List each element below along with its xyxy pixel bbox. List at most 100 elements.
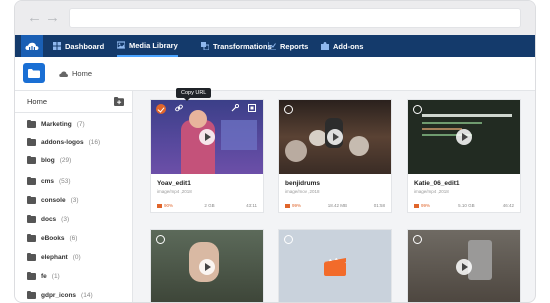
video-file-icon: [324, 258, 346, 276]
play-icon[interactable]: [199, 259, 215, 275]
select-circle-icon[interactable]: [284, 235, 293, 244]
media-card[interactable]: [407, 229, 521, 302]
folder-count: (7): [76, 121, 85, 128]
select-circle-icon[interactable]: [413, 235, 422, 244]
folder-icon: [28, 68, 40, 78]
folder-icon: [27, 119, 36, 128]
play-icon[interactable]: [327, 129, 343, 145]
media-card[interactable]: [278, 229, 392, 302]
card-duration: 01:58: [373, 203, 385, 208]
card-percent: 99%: [414, 203, 430, 208]
folder-icon: [27, 290, 36, 299]
sidebar-folder[interactable]: Marketing (7): [27, 119, 85, 128]
folder-count: (53): [59, 178, 71, 185]
sidebar-folder[interactable]: eBooks (6): [27, 233, 78, 242]
video-thumbnail[interactable]: [151, 230, 263, 302]
nav-add-ons[interactable]: Add-ons: [321, 35, 363, 57]
folder-sidebar: Home Marketing (7) addons-logos (16) blog (…: [15, 91, 133, 302]
toolbar: Home: [15, 57, 535, 91]
wrench-icon[interactable]: [231, 104, 239, 112]
folder-view-button[interactable]: [23, 63, 45, 83]
video-thumbnail[interactable]: [279, 100, 391, 174]
folder-icon: [27, 233, 36, 242]
select-circle-icon[interactable]: [413, 105, 422, 114]
card-title: benjidrums: [285, 180, 321, 187]
folder-icon: [27, 155, 36, 164]
link-icon[interactable]: [175, 104, 183, 112]
thumbnail-phone: [468, 240, 492, 280]
nav-reports[interactable]: Reports: [268, 35, 308, 57]
folder-name: fe: [41, 273, 47, 280]
sidebar-folder[interactable]: fe (1): [27, 271, 60, 280]
sidebar-folder[interactable]: blog (29): [27, 155, 71, 164]
folder-name: gdpr_icons: [41, 292, 77, 299]
video-thumbnail[interactable]: [279, 230, 391, 302]
folder-name: docs: [41, 216, 57, 223]
card-hover-tools: [151, 100, 263, 116]
card-duration: 43:11: [246, 203, 257, 208]
address-bar[interactable]: [69, 8, 521, 28]
media-library-icon: [117, 41, 125, 49]
folder-name: blog: [41, 157, 55, 164]
folder-count: (14): [81, 292, 93, 299]
play-icon[interactable]: [199, 129, 215, 145]
folder-name: addons-logos: [41, 139, 84, 146]
transform-icon[interactable]: [248, 104, 256, 112]
play-icon[interactable]: [456, 129, 472, 145]
nav-label: Transformations: [213, 41, 272, 51]
nav-media-library[interactable]: Media Library: [117, 35, 178, 57]
reports-icon: [268, 42, 276, 50]
folder-icon: [27, 271, 36, 280]
video-thumbnail[interactable]: [408, 230, 520, 302]
folder-count: (0): [72, 254, 81, 261]
sidebar-folder[interactable]: addons-logos (16): [27, 137, 101, 146]
forward-arrow-icon[interactable]: →: [45, 10, 61, 25]
card-title: Yoav_edit1: [157, 180, 191, 187]
back-arrow-icon[interactable]: ←: [27, 10, 43, 25]
sidebar-folder[interactable]: gdpr_icons (14): [27, 290, 93, 299]
sidebar-folder[interactable]: console (3): [27, 195, 79, 204]
folder-icon: [27, 176, 36, 185]
breadcrumb: Home: [59, 69, 92, 78]
card-meta: 99% 18.42 MB 01:58: [285, 203, 385, 208]
transformations-icon: [201, 42, 209, 50]
add-folder-icon[interactable]: [114, 97, 124, 106]
card-size: 5.10 GB: [458, 203, 475, 208]
selected-check-icon[interactable]: [156, 104, 166, 114]
media-card[interactable]: benjidrums image/mov ,2018 99% 18.42 MB …: [278, 99, 392, 213]
thumbnail-code-line: [422, 122, 482, 124]
card-title: Katie_06_edit1: [414, 180, 460, 187]
nav-label: Reports: [280, 41, 309, 51]
media-card[interactable]: [150, 229, 264, 302]
folder-name: Marketing: [41, 121, 72, 128]
folder-icon: [27, 214, 36, 223]
select-circle-icon[interactable]: [284, 105, 293, 114]
breadcrumb-home[interactable]: Home: [72, 69, 92, 78]
nav-dashboard[interactable]: Dashboard: [53, 35, 104, 57]
sidebar-home-row[interactable]: Home: [15, 91, 132, 113]
select-circle-icon[interactable]: [156, 235, 165, 244]
card-meta: 99% 5.10 GB 46:42: [414, 203, 514, 208]
card-subtitle: image/mp4 ,2018: [157, 189, 192, 194]
video-thumbnail[interactable]: [408, 100, 520, 174]
card-percent: 90%: [157, 203, 173, 208]
play-icon[interactable]: [456, 259, 472, 275]
copy-url-tooltip: Copy URL: [176, 88, 212, 101]
sidebar-folder[interactable]: docs (3): [27, 214, 69, 223]
media-card[interactable]: Yoav_edit1 image/mp4 ,2018 90% 2 GB 43:1…: [150, 99, 264, 213]
folder-count: (6): [69, 235, 78, 242]
nav-transformations[interactable]: Transformations: [201, 35, 272, 57]
media-card[interactable]: Katie_06_edit1 image/mp4 ,2018 99% 5.10 …: [407, 99, 521, 213]
video-thumbnail[interactable]: [151, 100, 263, 174]
dashboard-icon: [53, 42, 61, 50]
card-duration: 46:42: [502, 203, 514, 208]
sidebar-folder[interactable]: elephant (0): [27, 252, 81, 261]
cloud-logo-icon[interactable]: [21, 35, 43, 57]
folder-count: (3): [70, 197, 79, 204]
thumbnail-code-line: [422, 114, 512, 117]
card-subtitle: image/mp4 ,2018: [414, 189, 449, 194]
sidebar-folder[interactable]: cms (53): [27, 176, 71, 185]
thumbnail-figure: [181, 120, 215, 174]
folder-count: (16): [88, 139, 101, 146]
folder-count: (1): [51, 273, 60, 280]
